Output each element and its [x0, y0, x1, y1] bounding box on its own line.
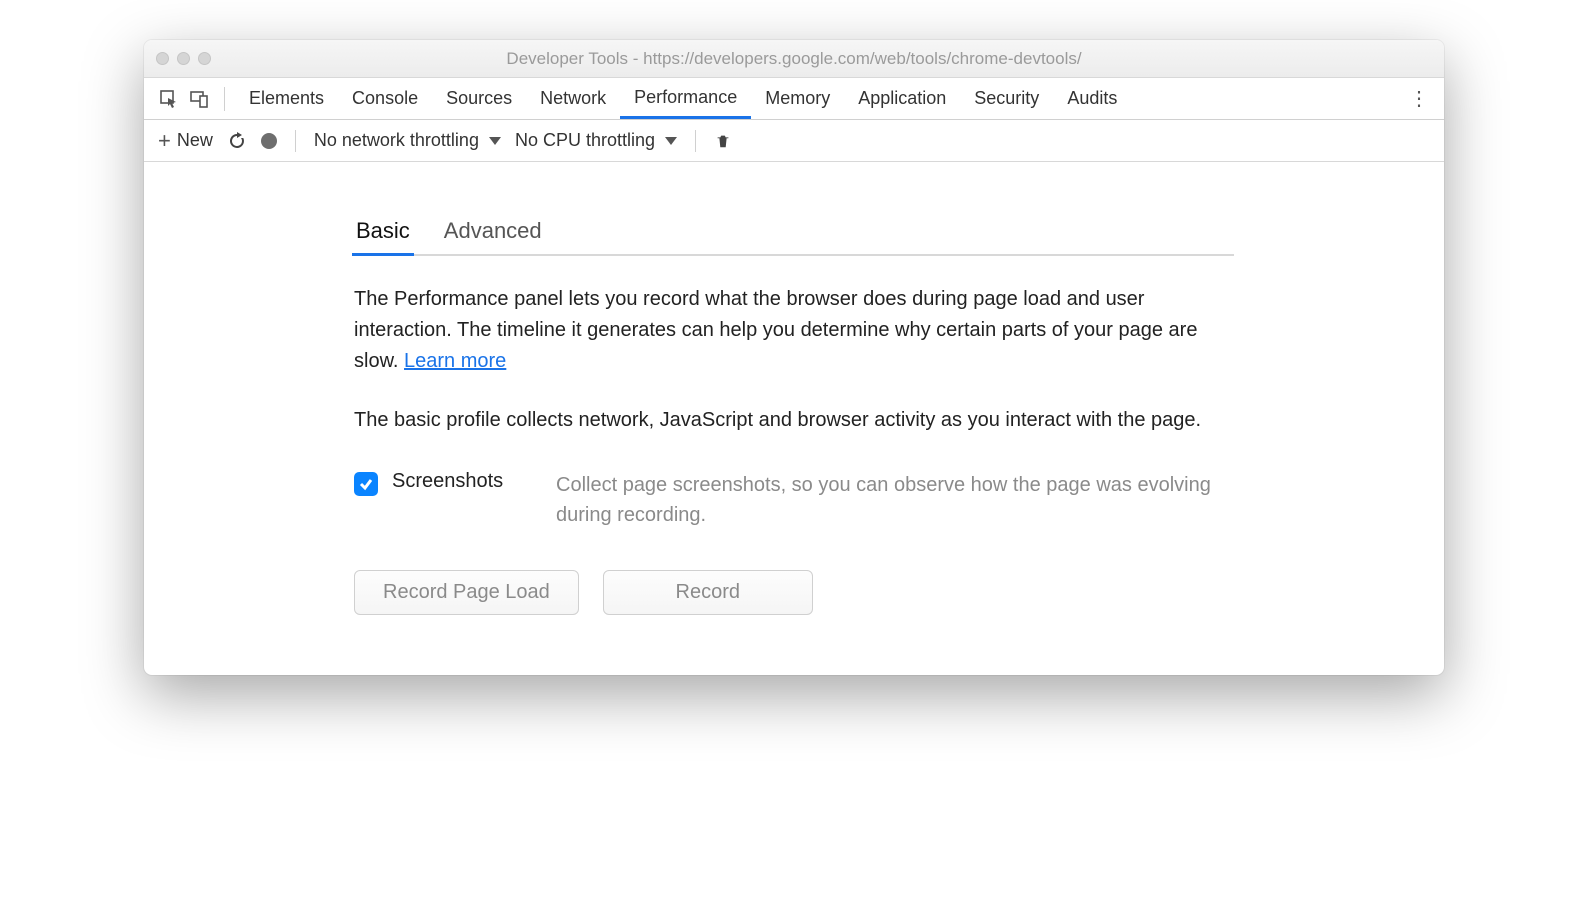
- network-throttling-dropdown[interactable]: No network throttling: [314, 130, 501, 151]
- plus-icon: +: [158, 128, 171, 154]
- tab-console[interactable]: Console: [338, 78, 432, 119]
- profile-type-tabs: Basic Advanced: [354, 212, 1234, 256]
- record-icon: [261, 133, 277, 149]
- record-button[interactable]: Record: [603, 570, 813, 615]
- tab-security[interactable]: Security: [960, 78, 1053, 119]
- tab-elements[interactable]: Elements: [235, 78, 338, 119]
- tab-application[interactable]: Application: [844, 78, 960, 119]
- titlebar: Developer Tools - https://developers.goo…: [144, 40, 1444, 78]
- window-controls: [156, 52, 211, 65]
- record-page-load-button[interactable]: Record Page Load: [354, 570, 579, 615]
- more-options-icon[interactable]: ⋮: [1404, 86, 1434, 111]
- screenshots-description: Collect page screenshots, so you can obs…: [556, 470, 1234, 530]
- intro-paragraph: The Performance panel lets you record wh…: [354, 284, 1234, 377]
- device-toggle-icon[interactable]: [184, 84, 214, 114]
- cpu-throttling-value: No CPU throttling: [515, 130, 655, 151]
- record-button[interactable]: [261, 133, 277, 149]
- reload-button[interactable]: [227, 131, 247, 151]
- check-icon: [358, 476, 374, 492]
- zoom-window-icon[interactable]: [198, 52, 211, 65]
- subtab-advanced[interactable]: Advanced: [442, 212, 544, 254]
- main-tab-strip: ElementsConsoleSourcesNetworkPerformance…: [144, 78, 1444, 120]
- network-throttling-value: No network throttling: [314, 130, 479, 151]
- performance-landing-panel: Basic Advanced The Performance panel lets…: [354, 212, 1234, 615]
- separator: [224, 87, 225, 111]
- tab-memory[interactable]: Memory: [751, 78, 844, 119]
- close-window-icon[interactable]: [156, 52, 169, 65]
- action-buttons: Record Page Load Record: [354, 570, 1234, 615]
- tab-sources[interactable]: Sources: [432, 78, 526, 119]
- window-title: Developer Tools - https://developers.goo…: [144, 49, 1444, 69]
- new-recording-button[interactable]: + New: [158, 128, 213, 154]
- screenshots-option-row: Screenshots Collect page screenshots, so…: [354, 470, 1234, 530]
- devtools-window: Developer Tools - https://developers.goo…: [144, 40, 1444, 675]
- basic-description: The basic profile collects network, Java…: [354, 405, 1234, 436]
- inspect-icon[interactable]: [154, 84, 184, 114]
- clear-button[interactable]: [714, 132, 732, 150]
- tab-network[interactable]: Network: [526, 78, 620, 119]
- performance-toolbar: + New No network throttling No CPU throt…: [144, 120, 1444, 162]
- chevron-down-icon: [665, 137, 677, 145]
- reload-icon: [227, 131, 247, 151]
- tab-performance[interactable]: Performance: [620, 78, 751, 119]
- content-area: Basic Advanced The Performance panel lets…: [144, 162, 1444, 675]
- separator: [695, 130, 696, 152]
- separator: [295, 130, 296, 152]
- minimize-window-icon[interactable]: [177, 52, 190, 65]
- new-label: New: [177, 130, 213, 151]
- screenshots-label: Screenshots: [392, 470, 542, 493]
- tab-audits[interactable]: Audits: [1053, 78, 1131, 119]
- trash-icon: [714, 132, 732, 150]
- learn-more-link[interactable]: Learn more: [404, 350, 506, 372]
- subtab-basic[interactable]: Basic: [354, 212, 412, 254]
- cpu-throttling-dropdown[interactable]: No CPU throttling: [515, 130, 677, 151]
- screenshots-checkbox[interactable]: [354, 472, 378, 496]
- chevron-down-icon: [489, 137, 501, 145]
